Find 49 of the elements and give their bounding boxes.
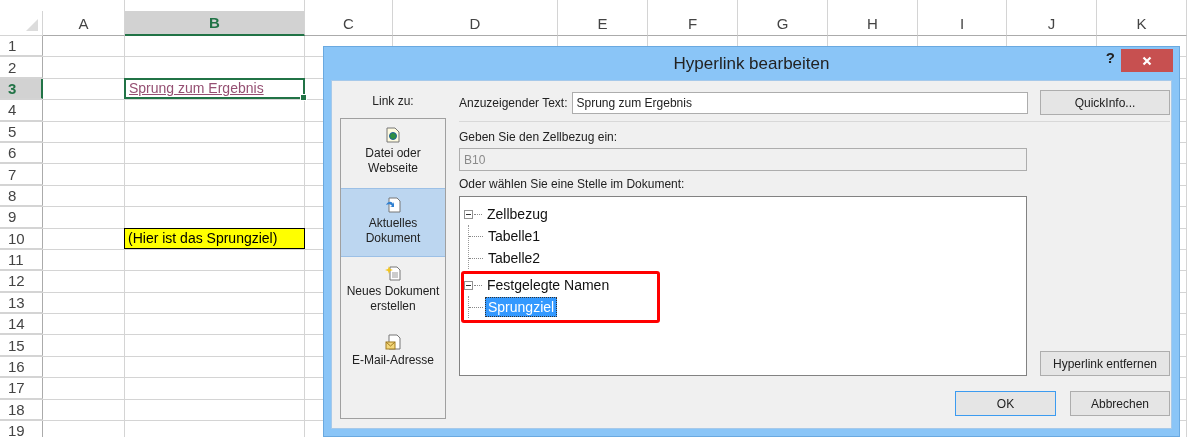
table-cell: (Hier ist das Sprungziel) (124, 227, 305, 249)
close-icon (1142, 55, 1152, 66)
row-header[interactable]: 16 (0, 356, 43, 378)
fill-handle[interactable] (300, 94, 307, 102)
cell-link[interactable]: Sprung zum Ergebnis (124, 77, 305, 100)
row-header[interactable]: 17 (0, 378, 43, 399)
row-header[interactable]: 10 (0, 228, 43, 249)
link-to-label: Link zu: (371, 93, 415, 110)
help-button[interactable]: ? (1101, 49, 1119, 66)
tree-item[interactable]: Festgelegte Namen (484, 275, 613, 295)
window-title: Hyperlink bearbeiten (673, 53, 830, 74)
close-button[interactable] (1121, 49, 1173, 72)
link-type-item[interactable]: Datei oder Webseite (341, 119, 445, 188)
collapse-toggle[interactable] (464, 280, 473, 290)
row-header[interactable]: 4 (0, 100, 43, 121)
row-header[interactable]: 3 (0, 78, 43, 100)
row-header[interactable]: 15 (0, 335, 43, 356)
row-header[interactable]: 12 (0, 271, 43, 292)
link-type-item[interactable]: E-Mail-Adresse (341, 326, 445, 395)
mail-document-icon (385, 334, 401, 350)
tree-item[interactable]: Tabelle1 (485, 226, 544, 246)
row-header[interactable]: 9 (0, 207, 43, 228)
dialog-button[interactable]: OK (955, 391, 1056, 416)
tree-item[interactable]: Zellbezug (484, 204, 551, 224)
row-header[interactable]: 8 (0, 185, 43, 207)
display-text-label: Anzuzeigender Text: (459, 95, 568, 110)
row-header[interactable]: 7 (0, 164, 43, 185)
row-header[interactable]: 1 (0, 36, 43, 57)
location-label: Oder wählen Sie eine Stelle im Dokument: (459, 177, 686, 191)
link-type-item[interactable]: Aktuelles Dokument (341, 188, 445, 257)
document-arrow-icon (385, 197, 401, 213)
quickinfo-button[interactable]: QuickInfo... (1040, 90, 1170, 115)
row-header[interactable]: 6 (0, 142, 43, 164)
dialog-button[interactable]: Abbrechen (1070, 391, 1170, 416)
display-text-field[interactable]: Sprung zum Ergebnis (571, 91, 1028, 114)
row-header[interactable]: 2 (0, 57, 43, 78)
row-header[interactable]: 13 (0, 292, 43, 314)
row-header[interactable]: 5 (0, 121, 43, 142)
document-globe-icon (386, 127, 400, 143)
row-header[interactable]: 18 (0, 399, 43, 421)
tree-item[interactable]: Tabelle2 (485, 248, 544, 268)
link-type-item[interactable]: Neues Dokument erstellen (341, 257, 445, 326)
new-document-icon (385, 265, 401, 281)
remove-hyperlink-button[interactable]: Hyperlink entfernen (1040, 351, 1170, 376)
collapse-toggle[interactable] (464, 209, 473, 219)
row-header[interactable]: 11 (0, 249, 43, 271)
row-header[interactable]: 14 (0, 314, 43, 335)
cell-reference-label: Geben Sie den Zellbezug ein: (459, 130, 619, 144)
column-header[interactable]: B (125, 11, 305, 36)
